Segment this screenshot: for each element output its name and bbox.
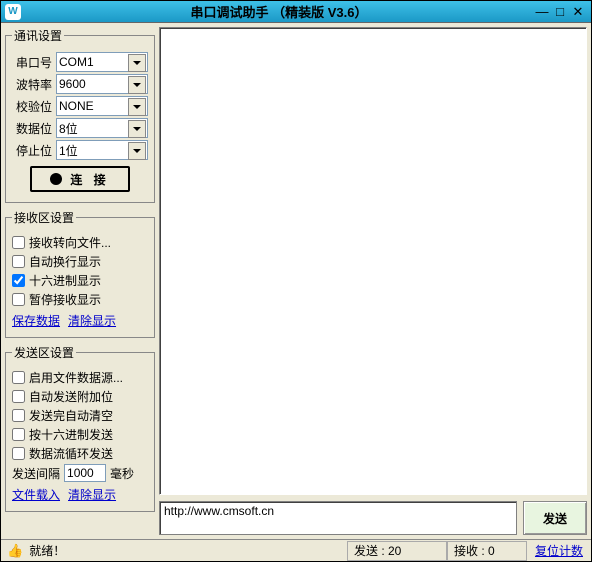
connect-label: 连 接 [70, 171, 109, 188]
interval-label: 发送间隔 [12, 465, 60, 482]
status-ready: 就绪！ [29, 542, 65, 559]
loop-send-checkbox[interactable] [12, 447, 25, 460]
interval-unit: 毫秒 [110, 465, 134, 482]
reset-count-link[interactable]: 复位计数 [527, 542, 591, 559]
hex-send-checkbox[interactable] [12, 428, 25, 441]
send-textarea[interactable]: http://www.cmsoft.cn [159, 501, 517, 535]
stopbits-label: 停止位 [12, 142, 52, 159]
auto-wrap-checkbox[interactable] [12, 255, 25, 268]
auto-wrap-label: 自动换行显示 [29, 253, 101, 270]
left-panel: 通讯设置 串口号 波特率 校验位 数据位 停止位 [5, 27, 155, 535]
recv-to-file-checkbox[interactable] [12, 236, 25, 249]
comm-settings-group: 通讯设置 串口号 波特率 校验位 数据位 停止位 [5, 27, 155, 203]
sent-count-cell: 发送 : 20 [347, 541, 447, 561]
minimize-button[interactable]: — [533, 4, 551, 20]
databits-label: 数据位 [12, 120, 52, 137]
window-controls: — □ ✕ [533, 4, 587, 20]
recv-count-cell: 接收 : 0 [447, 541, 527, 561]
hex-display-checkbox[interactable] [12, 274, 25, 287]
send-button[interactable]: 发送 [523, 501, 587, 535]
port-select[interactable] [56, 52, 148, 72]
hex-display-label: 十六进制显示 [29, 272, 101, 289]
app-icon: W [5, 4, 21, 20]
recv-legend: 接收区设置 [12, 209, 76, 226]
close-button[interactable]: ✕ [569, 4, 587, 20]
titlebar: W 串口调试助手 （精装版 V3.6） — □ ✕ [1, 1, 591, 23]
parity-select[interactable] [56, 96, 148, 116]
right-panel: http://www.cmsoft.cn 发送 [159, 27, 587, 535]
file-src-label: 启用文件数据源... [29, 369, 123, 386]
main-window: W 串口调试助手 （精装版 V3.6） — □ ✕ 通讯设置 串口号 波特率 校… [0, 0, 592, 562]
status-circle-icon [50, 173, 62, 185]
auto-extra-label: 自动发送附加位 [29, 388, 113, 405]
port-label: 串口号 [12, 54, 52, 71]
auto-clear-checkbox[interactable] [12, 409, 25, 422]
clear-recv-link[interactable]: 清除显示 [68, 312, 116, 329]
clear-send-link[interactable]: 清除显示 [68, 486, 116, 503]
receive-textarea[interactable] [159, 27, 587, 495]
loop-send-label: 数据流循环发送 [29, 445, 113, 462]
baud-select[interactable] [56, 74, 148, 94]
recv-count: 0 [488, 544, 495, 558]
recv-settings-group: 接收区设置 接收转向文件... 自动换行显示 十六进制显示 暂停接收显示 保存数… [5, 209, 155, 338]
connect-button[interactable]: 连 接 [30, 166, 130, 192]
save-data-link[interactable]: 保存数据 [12, 312, 60, 329]
file-src-checkbox[interactable] [12, 371, 25, 384]
auto-extra-checkbox[interactable] [12, 390, 25, 403]
recv-to-file-label: 接收转向文件... [29, 234, 111, 251]
send-settings-group: 发送区设置 启用文件数据源... 自动发送附加位 发送完自动清空 按十六进制发送… [5, 344, 155, 512]
pause-recv-checkbox[interactable] [12, 293, 25, 306]
load-file-link[interactable]: 文件载入 [12, 486, 60, 503]
pause-recv-label: 暂停接收显示 [29, 291, 101, 308]
stopbits-select[interactable] [56, 140, 148, 160]
maximize-button[interactable]: □ [551, 4, 569, 20]
baud-label: 波特率 [12, 76, 52, 93]
databits-select[interactable] [56, 118, 148, 138]
hex-send-label: 按十六进制发送 [29, 426, 113, 443]
interval-input[interactable] [64, 464, 106, 482]
status-bar: 👍 就绪！ 发送 : 20 接收 : 0 复位计数 [1, 539, 591, 561]
auto-clear-label: 发送完自动清空 [29, 407, 113, 424]
thumbs-up-icon: 👍 [7, 543, 23, 559]
client-area: 通讯设置 串口号 波特率 校验位 数据位 停止位 [1, 23, 591, 539]
window-title: 串口调试助手 （精装版 V3.6） [25, 2, 533, 21]
parity-label: 校验位 [12, 98, 52, 115]
send-legend: 发送区设置 [12, 344, 76, 361]
comm-legend: 通讯设置 [12, 27, 64, 44]
sent-count: 20 [388, 544, 401, 558]
